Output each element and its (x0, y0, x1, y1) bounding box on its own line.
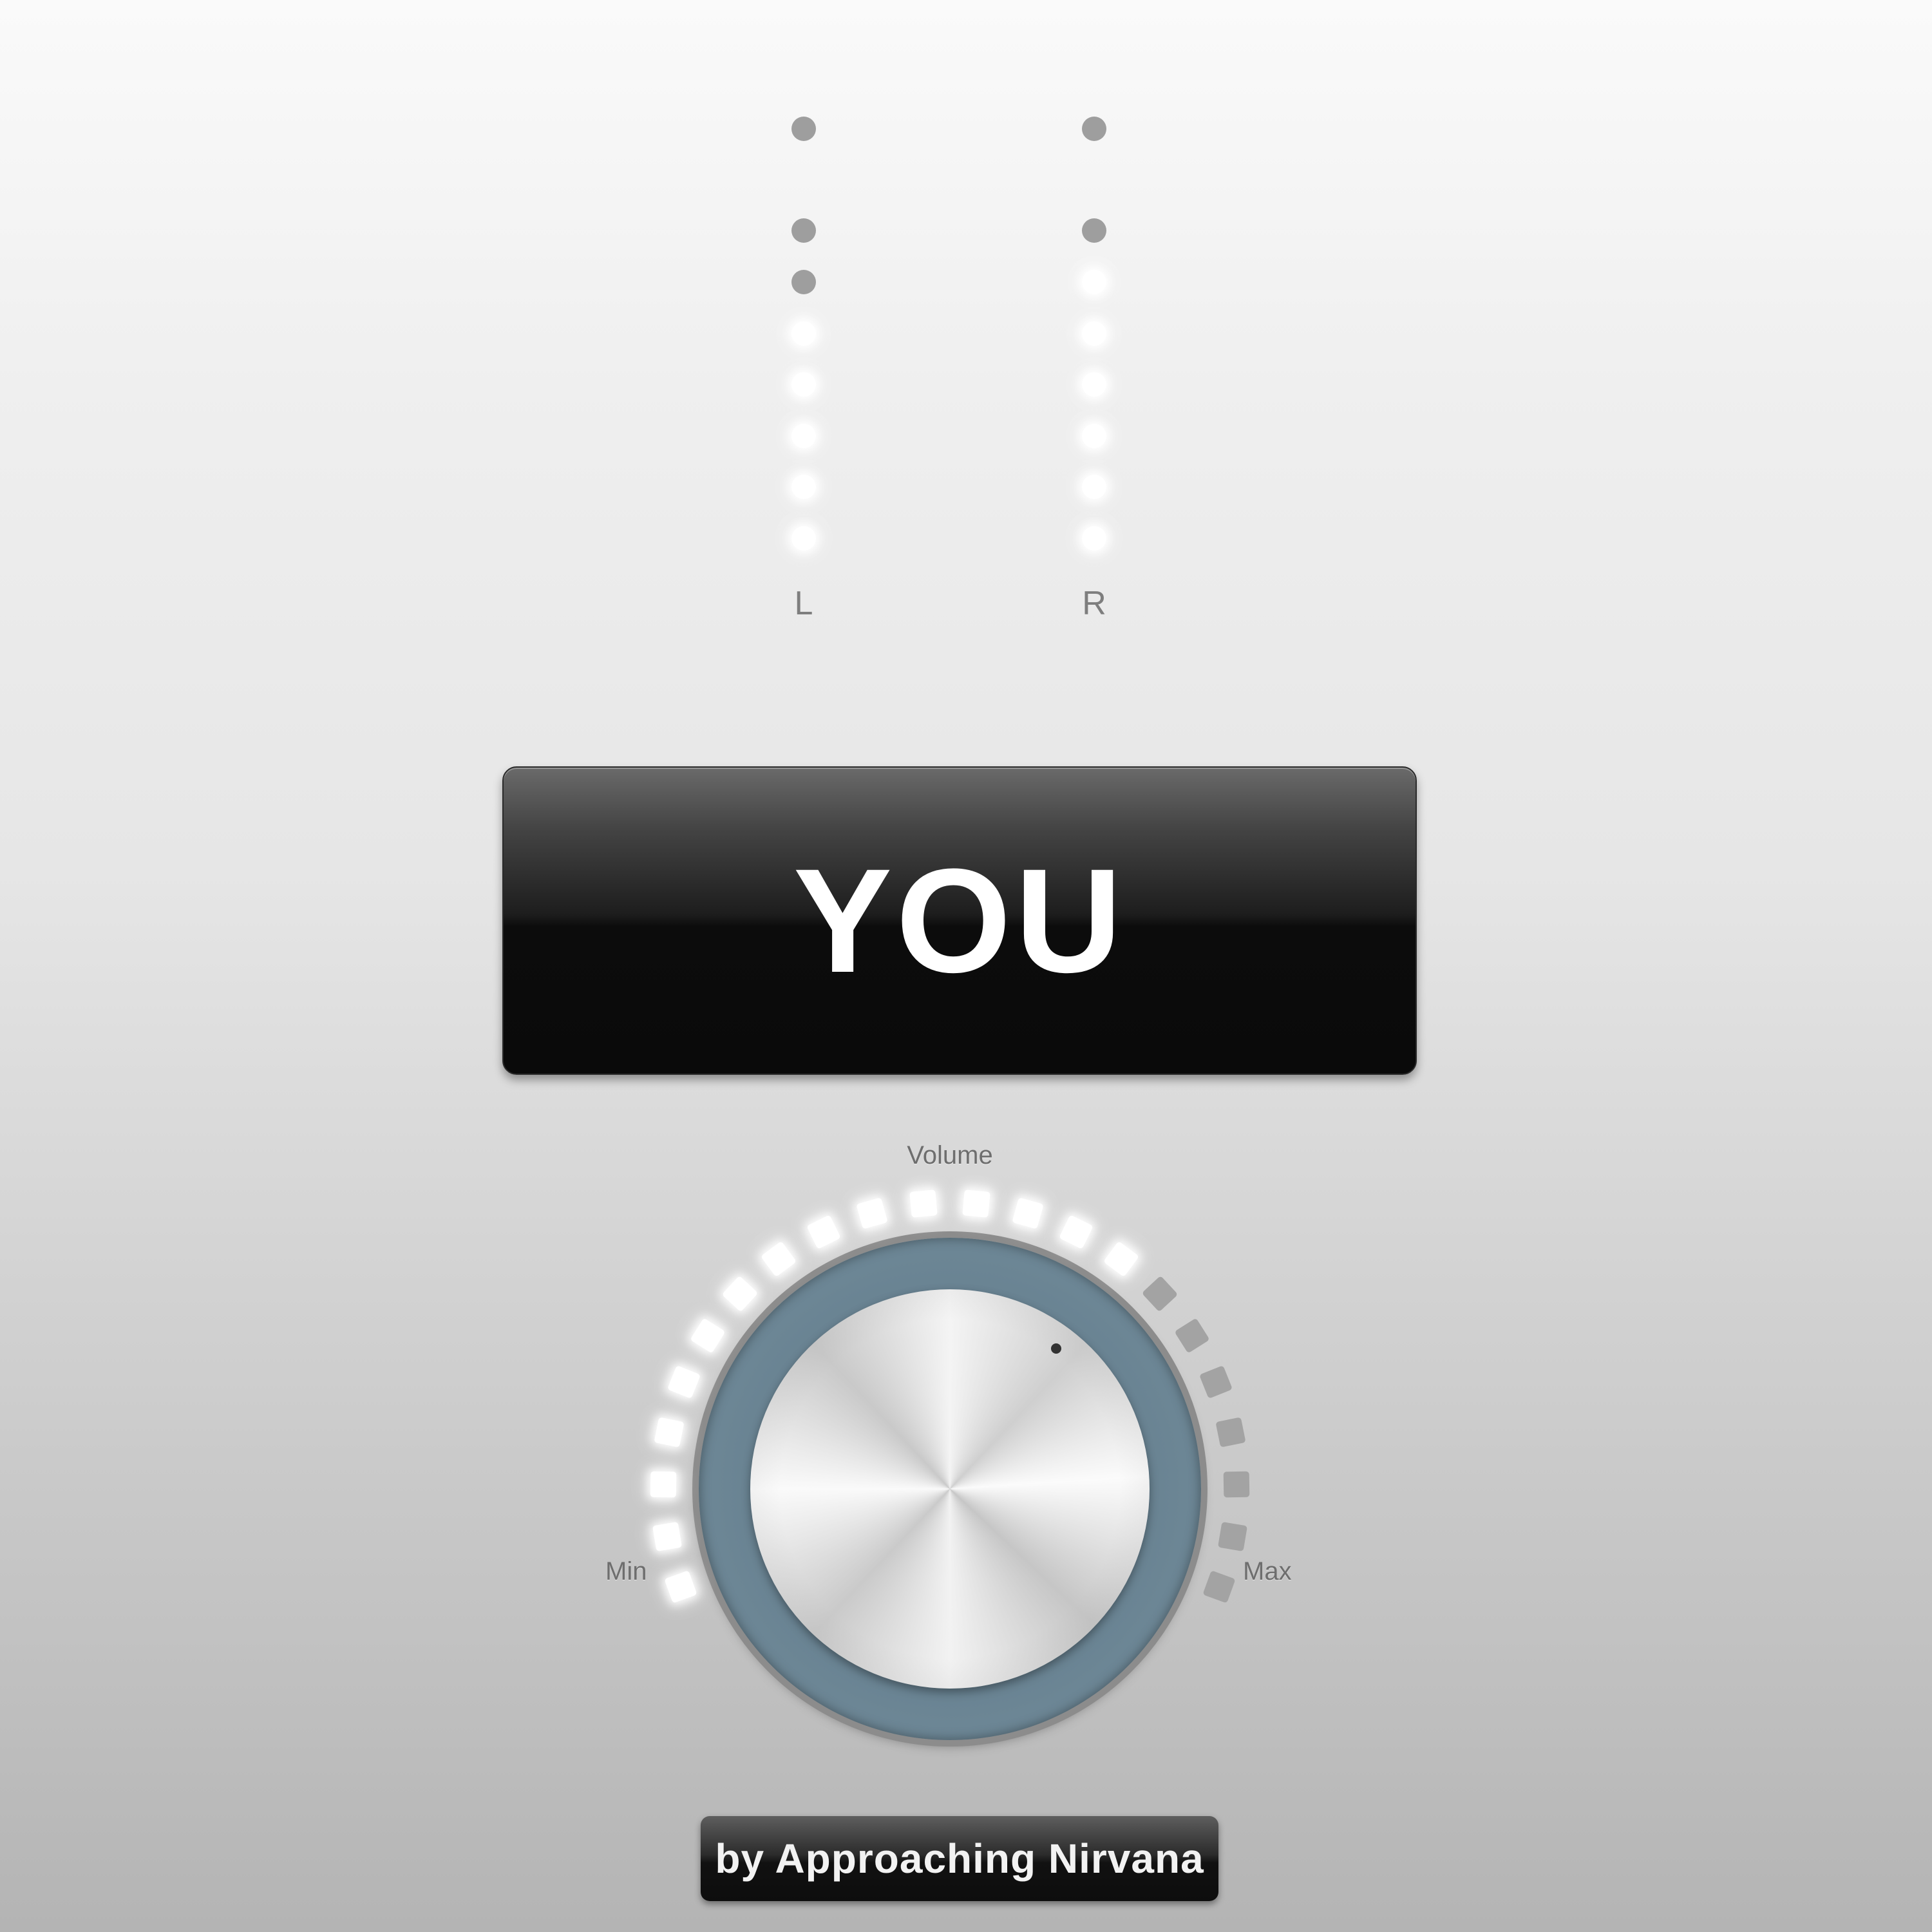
left-meter-led (791, 424, 816, 448)
right-meter-led (1082, 218, 1106, 243)
volume-segment (761, 1241, 797, 1278)
volume-segment (806, 1214, 841, 1249)
volume-segment (1217, 1521, 1247, 1551)
volume-segment (856, 1197, 889, 1229)
volume-knob[interactable] (750, 1289, 1150, 1689)
right-meter-led (1082, 475, 1106, 499)
max-label: Max (1243, 1557, 1292, 1586)
volume-segment (961, 1189, 990, 1218)
volume-segment (1223, 1471, 1250, 1497)
volume-segment (1202, 1570, 1236, 1604)
left-meter-led (791, 475, 816, 499)
volume-segment (664, 1570, 697, 1604)
left-meter-led (791, 526, 816, 551)
track-display: YOU (502, 766, 1417, 1075)
volume-segment (654, 1417, 685, 1448)
min-label: Min (605, 1557, 647, 1586)
track-title: YOU (793, 837, 1126, 1003)
volume-segment (690, 1318, 726, 1354)
left-meter-led (791, 321, 816, 346)
right-meter-led (1082, 270, 1106, 294)
credit-badge: by Approaching Nirvana (701, 1816, 1218, 1901)
volume-segment (1215, 1417, 1246, 1448)
volume-segment (667, 1365, 701, 1399)
volume-segment (1011, 1197, 1044, 1229)
volume-segment (909, 1189, 938, 1218)
volume-segment (1103, 1241, 1139, 1278)
volume-segment (652, 1521, 683, 1551)
left-meter-led (791, 218, 816, 243)
volume-segment (721, 1276, 759, 1312)
right-meter-led (1082, 526, 1106, 551)
right-meter-led (1082, 424, 1106, 448)
volume-segment (1141, 1276, 1179, 1312)
volume-segment (1059, 1214, 1094, 1249)
left-meter-led (791, 372, 816, 397)
right-meter-led (1082, 321, 1106, 346)
left-meter-led (791, 270, 816, 294)
volume-label: Volume (907, 1141, 993, 1170)
left-meter-led (791, 117, 816, 141)
volume-segment (650, 1471, 677, 1497)
volume-segment (1198, 1365, 1233, 1399)
volume-segment (1174, 1318, 1210, 1354)
left-channel-label: L (794, 585, 813, 622)
right-meter-led (1082, 117, 1106, 141)
right-meter-led (1082, 372, 1106, 397)
credit-text: by Approaching Nirvana (715, 1835, 1204, 1882)
right-channel-label: R (1082, 585, 1106, 622)
